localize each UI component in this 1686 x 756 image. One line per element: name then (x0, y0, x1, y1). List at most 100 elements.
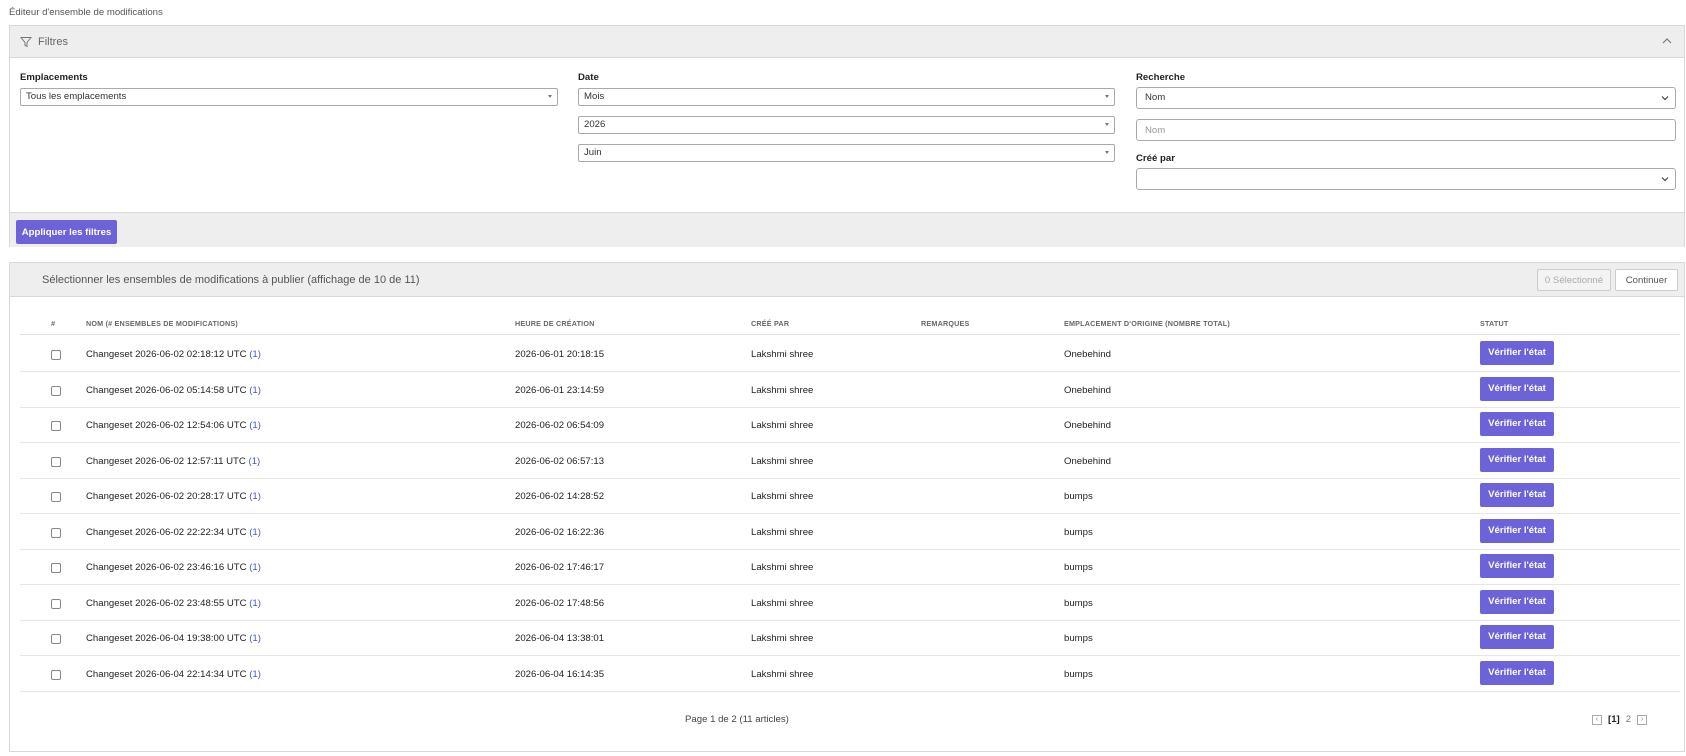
row-name: Changeset 2026-06-02 12:57:11 UTC (1) (86, 456, 260, 467)
row-created: 2026-06-01 20:18:15 (515, 349, 605, 360)
row-checkbox[interactable] (51, 598, 61, 609)
row-count-link[interactable]: (1) (249, 491, 261, 502)
page-2-link[interactable]: 2 (1626, 714, 1631, 725)
row-author: Lakshmi shree (751, 597, 814, 609)
page-title: Éditeur d'ensemble de modifications (9, 7, 163, 18)
verify-status-button[interactable]: Vérifier l'état (1480, 554, 1554, 578)
chevron-up-icon[interactable] (1660, 34, 1674, 48)
verify-status-button[interactable]: Vérifier l'état (1480, 341, 1554, 365)
verify-status-button[interactable]: Vérifier l'état (1480, 660, 1554, 685)
date-period-select[interactable]: Mois (578, 88, 1115, 106)
verify-status-button[interactable]: Vérifier l'état (1480, 625, 1554, 649)
row-checkbox[interactable] (51, 527, 61, 538)
row-created: 2026-06-04 13:38:01 (515, 633, 605, 644)
chevron-right-icon[interactable]: › (1637, 714, 1648, 725)
row-created: 2026-06-02 06:54:09 (515, 420, 605, 431)
row-count-link[interactable]: (1) (249, 456, 261, 467)
row-checkbox[interactable] (51, 456, 61, 467)
chevron-left-icon[interactable]: ‹ (1592, 714, 1602, 725)
col-index-header: # (51, 319, 56, 328)
col-remarks-header[interactable]: REMARQUES (921, 319, 970, 328)
filter-icon (20, 36, 32, 47)
pager: ‹ [1] 2 › (1592, 714, 1648, 725)
row-origin: bumps (1064, 491, 1093, 502)
row-origin: bumps (1064, 633, 1093, 644)
row-name-text: Changeset 2026-06-02 20:28:17 UTC (86, 491, 247, 502)
search-field-value: Nom (1145, 92, 1166, 103)
table-row: Changeset 2026-06-02 22:22:34 UTC (1) 202… (20, 514, 1680, 550)
verify-status-button[interactable]: Vérifier l'état (1480, 518, 1554, 543)
chevron-down-icon (1661, 96, 1669, 101)
filters-body: Emplacements Tous les emplacements Date … (10, 58, 1684, 213)
table-row: Changeset 2026-06-02 23:48:55 UTC (1) 202… (20, 585, 1680, 621)
results-title: Sélectionner les ensembles de modificati… (42, 274, 420, 286)
table-row: Changeset 2026-06-02 20:28:17 UTC (1) 202… (20, 478, 1680, 514)
col-status-header[interactable]: STATUT (1480, 319, 1508, 328)
row-count-link[interactable]: (1) (249, 633, 261, 644)
verify-status-button[interactable]: Vérifier l'état (1480, 589, 1554, 614)
row-author: Lakshmi shree (751, 562, 814, 573)
row-checkbox[interactable] (51, 385, 61, 396)
results-panel: Sélectionner les ensembles de modificati… (9, 262, 1685, 752)
row-origin: bumps (1064, 526, 1093, 538)
row-checkbox[interactable] (51, 563, 61, 573)
row-checkbox[interactable] (51, 669, 61, 680)
date-year-select[interactable]: 2026 (578, 116, 1115, 134)
date-month-select[interactable]: Juin (578, 144, 1115, 162)
row-count-link[interactable]: (1) (249, 527, 261, 538)
col-created-header[interactable]: HEURE DE CRÉATION (515, 319, 595, 328)
date-year-value: 2026 (584, 119, 606, 130)
row-origin: Onebehind (1064, 384, 1111, 396)
filters-header[interactable]: Filtres (10, 26, 1684, 58)
table-row: Changeset 2026-06-02 05:14:58 UTC (1) 202… (20, 372, 1680, 408)
locations-select[interactable]: Tous les emplacements (20, 88, 558, 106)
created-by-select[interactable] (1136, 168, 1676, 190)
apply-filters-button[interactable]: Appliquer les filtres (16, 220, 117, 244)
search-field-select[interactable]: Nom (1136, 87, 1676, 109)
verify-status-button[interactable]: Vérifier l'état (1480, 412, 1554, 436)
row-origin: bumps (1064, 668, 1093, 680)
row-author: Lakshmi shree (751, 455, 814, 467)
verify-status-button[interactable]: Vérifier l'état (1480, 447, 1554, 472)
row-name-text: Changeset 2026-06-02 02:18:12 UTC (86, 349, 247, 360)
row-origin: Onebehind (1064, 349, 1111, 360)
row-author: Lakshmi shree (751, 633, 814, 644)
table-row: Changeset 2026-06-02 02:18:12 UTC (1) 202… (20, 336, 1680, 372)
row-created: 2026-06-04 16:14:35 (515, 668, 605, 680)
col-origin-header[interactable]: EMPLACEMENT D'ORIGINE (NOMBRE TOTAL) (1064, 319, 1230, 328)
page-current: [1] (1608, 714, 1620, 725)
date-month-value: Juin (584, 147, 602, 158)
col-name-header[interactable]: NOM (# ENSEMBLES DE MODIFICATIONS) (86, 319, 238, 328)
row-checkbox[interactable] (51, 492, 61, 502)
continue-button[interactable]: Continuer (1615, 269, 1678, 291)
row-author: Lakshmi shree (751, 349, 814, 360)
filters-footer: Appliquer les filtres (10, 213, 1684, 247)
row-checkbox[interactable] (51, 421, 61, 431)
date-period-value: Mois (584, 91, 605, 102)
row-count-link[interactable]: (1) (249, 385, 261, 396)
search-input[interactable] (1136, 119, 1676, 141)
row-count-link[interactable]: (1) (249, 349, 261, 360)
row-count-link[interactable]: (1) (249, 598, 261, 609)
row-name-text: Changeset 2026-06-02 23:46:16 UTC (86, 562, 247, 573)
table-row: Changeset 2026-06-04 22:14:34 UTC (1) 202… (20, 656, 1680, 692)
row-checkbox[interactable] (51, 350, 61, 360)
row-name: Changeset 2026-06-02 20:28:17 UTC (1) (86, 491, 261, 502)
row-checkbox[interactable] (51, 634, 61, 644)
row-author: Lakshmi shree (751, 668, 814, 680)
row-name-text: Changeset 2026-06-02 12:57:11 UTC (86, 455, 246, 467)
row-count-link[interactable]: (1) (249, 562, 261, 573)
verify-status-button[interactable]: Vérifier l'état (1480, 376, 1554, 401)
row-count-link[interactable]: (1) (249, 420, 261, 431)
created-by-label: Créé par (1136, 153, 1175, 164)
selected-count-button[interactable]: 0 Sélectionné (1537, 269, 1611, 291)
verify-status-button[interactable]: Vérifier l'état (1480, 483, 1554, 507)
row-origin: bumps (1064, 597, 1093, 609)
row-count-link[interactable]: (1) (249, 669, 261, 680)
filters-panel: Filtres Emplacements Tous les emplacemen… (9, 25, 1685, 247)
row-origin: bumps (1064, 562, 1093, 573)
row-author: Lakshmi shree (751, 491, 814, 502)
col-author-header[interactable]: CRÉÉ PAR (751, 319, 789, 328)
table-row: Changeset 2026-06-04 19:38:00 UTC (1) 202… (20, 620, 1680, 656)
row-name: Changeset 2026-06-02 02:18:12 UTC (1) (86, 349, 261, 360)
